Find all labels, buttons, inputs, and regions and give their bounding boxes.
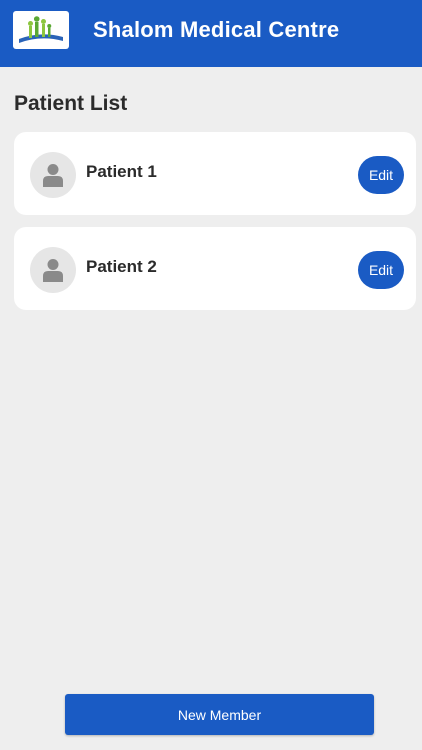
- family-logo-icon: [13, 11, 69, 49]
- patient-name: Patient 1: [86, 162, 157, 181]
- edit-button[interactable]: Edit: [358, 251, 404, 289]
- new-member-button[interactable]: New Member: [65, 694, 374, 735]
- page-title: Patient List: [14, 92, 128, 115]
- patient-name: Patient 2: [86, 257, 157, 276]
- person-icon: [43, 259, 63, 282]
- patient-card[interactable]: Patient 1 Edit: [14, 132, 416, 215]
- edit-button[interactable]: Edit: [358, 156, 404, 194]
- patient-card[interactable]: Patient 2 Edit: [14, 227, 416, 310]
- person-icon: [43, 164, 63, 187]
- avatar: [30, 247, 76, 293]
- avatar: [30, 152, 76, 198]
- app-bar: Shalom Medical Centre: [0, 0, 422, 67]
- app-title: Shalom Medical Centre: [93, 17, 340, 42]
